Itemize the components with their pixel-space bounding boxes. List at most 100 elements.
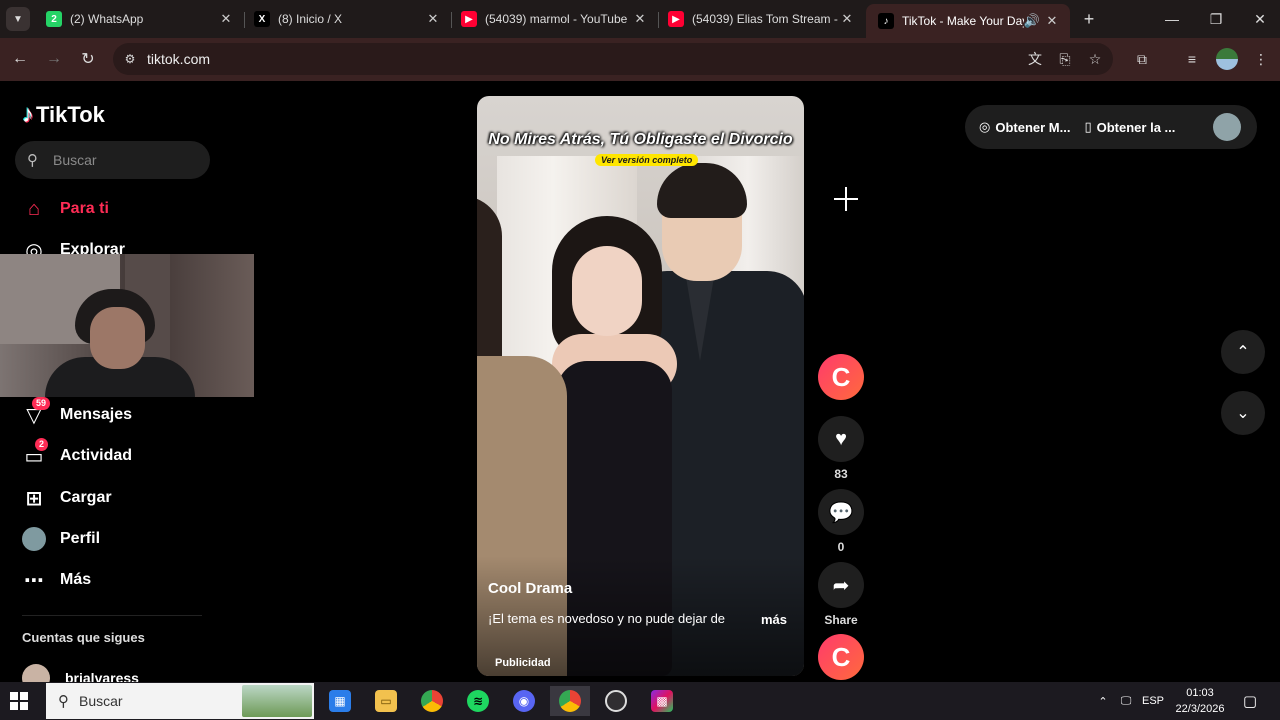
tab-title: TikTok - Make Your Day — [902, 14, 1024, 28]
nav-label: Perfil — [60, 530, 101, 547]
account-name: brialvaress — [65, 670, 139, 682]
notifications-icon[interactable]: ▢ — [1238, 682, 1262, 720]
phone-icon: ▯ — [1084, 119, 1092, 134]
close-icon[interactable]: ✕ — [839, 11, 855, 27]
home-icon: ⌂ — [27, 197, 41, 220]
chrome-active-icon[interactable] — [550, 686, 590, 716]
minimize-button[interactable]: — — [1150, 0, 1194, 38]
get-coins-label: Obtener M... — [995, 119, 1071, 135]
tab-whatsapp[interactable]: 2 (2) WhatsApp ✕ — [34, 0, 244, 38]
reload-button[interactable]: ↻ — [75, 46, 101, 72]
taskbar-search-input[interactable]: ⚲ Buscar — [46, 683, 314, 719]
search-placeholder: Buscar — [53, 152, 97, 168]
tab-youtube-marmol[interactable]: ▶ (54039) marmol - YouTube ✕ — [449, 0, 658, 38]
top-right-actions: ◎ Obtener M... ▯ Obtener la ... — [965, 105, 1257, 149]
nav-label: Para ti — [60, 200, 109, 217]
description-more-link[interactable]: más — [761, 612, 787, 627]
url-text: tiktok.com — [147, 51, 211, 67]
discord-icon[interactable]: ◉ — [504, 686, 544, 716]
tab-tiktok[interactable]: ♪ TikTok - Make Your Day 🔊 ✕ — [866, 4, 1070, 38]
obs-icon[interactable] — [596, 686, 636, 716]
chrome-icon[interactable] — [412, 686, 452, 716]
tab-youtube-elias[interactable]: ▶ (54039) Elias Tom Stream - Y ✕ — [656, 0, 865, 38]
close-window-button[interactable]: ✕ — [1238, 0, 1280, 38]
inbox-icon: ▭ 2 — [22, 438, 49, 468]
more-icon: ⋯ — [24, 569, 44, 592]
language-indicator[interactable]: ESP — [1140, 682, 1166, 720]
next-video-button[interactable]: ⌄ — [1221, 391, 1265, 435]
nav-item-mas[interactable]: ⋯ Más — [22, 568, 91, 592]
webcam-overlay — [0, 254, 254, 397]
store-icon[interactable]: ▦ — [320, 686, 360, 716]
nav-label: Mensajes — [60, 406, 133, 423]
avatar[interactable] — [1213, 113, 1241, 141]
profile-avatar — [22, 527, 46, 551]
install-app-icon[interactable]: ⎘ — [1054, 48, 1076, 70]
nav-item-actividad[interactable]: ▭ 2 Actividad — [22, 438, 133, 468]
windows-start-icon[interactable] — [10, 692, 28, 710]
nav-item-para-ti[interactable]: ⌂ Para ti — [22, 197, 109, 221]
profile-avatar[interactable] — [1216, 48, 1238, 70]
messages-badge: 59 — [32, 397, 51, 410]
tiktok-logo[interactable]: ♪ TikTok — [22, 101, 105, 129]
tab-search-chevron-icon[interactable]: ▼ — [6, 7, 30, 31]
previous-video-button[interactable]: ⌃ — [1221, 330, 1265, 374]
tray-chevron-icon[interactable]: ⌃ — [1094, 682, 1112, 720]
video-author[interactable]: Cool Drama — [488, 580, 572, 597]
tab-title: (54039) marmol - YouTube — [485, 12, 628, 26]
clock-date: 22/3/2026 — [1175, 703, 1225, 715]
extensions-icon[interactable]: ⧉ — [1131, 48, 1153, 70]
following-heading: Cuentas que sigues — [22, 630, 145, 645]
file-explorer-icon[interactable]: ▭ — [366, 686, 406, 716]
search-input[interactable]: ⚲ Buscar — [15, 141, 210, 179]
like-count: 83 — [834, 467, 848, 481]
close-icon[interactable]: ✕ — [218, 11, 234, 27]
bookmark-star-icon[interactable]: ☆ — [1084, 48, 1106, 70]
nav-item-cargar[interactable]: ⊞ Cargar — [22, 486, 112, 510]
network-icon[interactable]: 🖵 — [1116, 682, 1136, 720]
close-icon[interactable]: ✕ — [632, 11, 648, 27]
video-description: ¡El tema es novedoso y no pude dejar de — [488, 611, 726, 626]
clock-time: 01:03 — [1186, 687, 1214, 699]
full-version-pill[interactable]: Ver versión completo — [595, 154, 699, 166]
video-player[interactable]: No Mires Atrás, Tú Obligaste el Divorcio… — [477, 96, 804, 676]
game-app-icon[interactable]: ▩ — [642, 686, 682, 716]
nav-label: Actividad — [60, 447, 133, 464]
like-heart-icon[interactable]: ♥ — [818, 416, 864, 462]
taskbar-search-placeholder: Buscar — [79, 693, 123, 709]
share-icon[interactable]: ➦ — [818, 562, 864, 608]
new-tab-button[interactable]: + — [1078, 8, 1100, 30]
spotify-icon[interactable]: ≋ — [458, 686, 498, 716]
forward-button[interactable]: → — [41, 46, 67, 72]
address-bar[interactable]: ⚙ tiktok.com — [113, 43, 1113, 75]
nav-item-mensajes[interactable]: ▽ 59 Mensajes — [22, 397, 133, 427]
music-disc-avatar[interactable]: C — [818, 634, 864, 680]
menu-kebab-icon[interactable]: ⋮ — [1250, 48, 1272, 70]
whatsapp-icon: 2 — [46, 11, 62, 27]
get-coins-button[interactable]: ◎ Obtener M... — [979, 119, 1070, 135]
tab-title: (54039) Elias Tom Stream - Y — [692, 12, 839, 26]
translate-icon[interactable]: 文 — [1024, 48, 1046, 70]
following-account[interactable]: brialvaress — [22, 664, 139, 682]
cursor-crosshair-icon — [834, 187, 858, 211]
get-app-button[interactable]: ▯ Obtener la ... — [1084, 119, 1175, 135]
close-icon[interactable]: ✕ — [425, 11, 441, 27]
restore-button[interactable]: ❐ — [1194, 0, 1238, 38]
system-clock[interactable]: 01:03 22/3/2026 — [1168, 685, 1232, 717]
comment-icon[interactable]: 💬 — [818, 489, 864, 535]
tab-title: (2) WhatsApp — [70, 12, 144, 26]
back-button[interactable]: ← — [7, 46, 33, 72]
brand-name: TikTok — [36, 102, 105, 127]
youtube-icon: ▶ — [461, 11, 477, 27]
nav-item-perfil[interactable]: Perfil — [22, 527, 100, 551]
speaker-icon[interactable]: 🔊 — [1024, 13, 1040, 29]
close-icon[interactable]: ✕ — [1044, 13, 1060, 29]
video-title-overlay: No Mires Atrás, Tú Obligaste el Divorcio — [488, 131, 793, 148]
site-info-icon[interactable]: ⚙ — [117, 46, 143, 72]
media-control-icon[interactable]: ≡ — [1181, 48, 1203, 70]
search-icon: ⚲ — [27, 152, 38, 169]
get-app-label: Obtener la ... — [1096, 119, 1176, 135]
share-label: Share — [824, 613, 858, 627]
creator-avatar[interactable]: C — [818, 354, 864, 400]
tab-x[interactable]: X (8) Inicio / X ✕ — [242, 0, 451, 38]
